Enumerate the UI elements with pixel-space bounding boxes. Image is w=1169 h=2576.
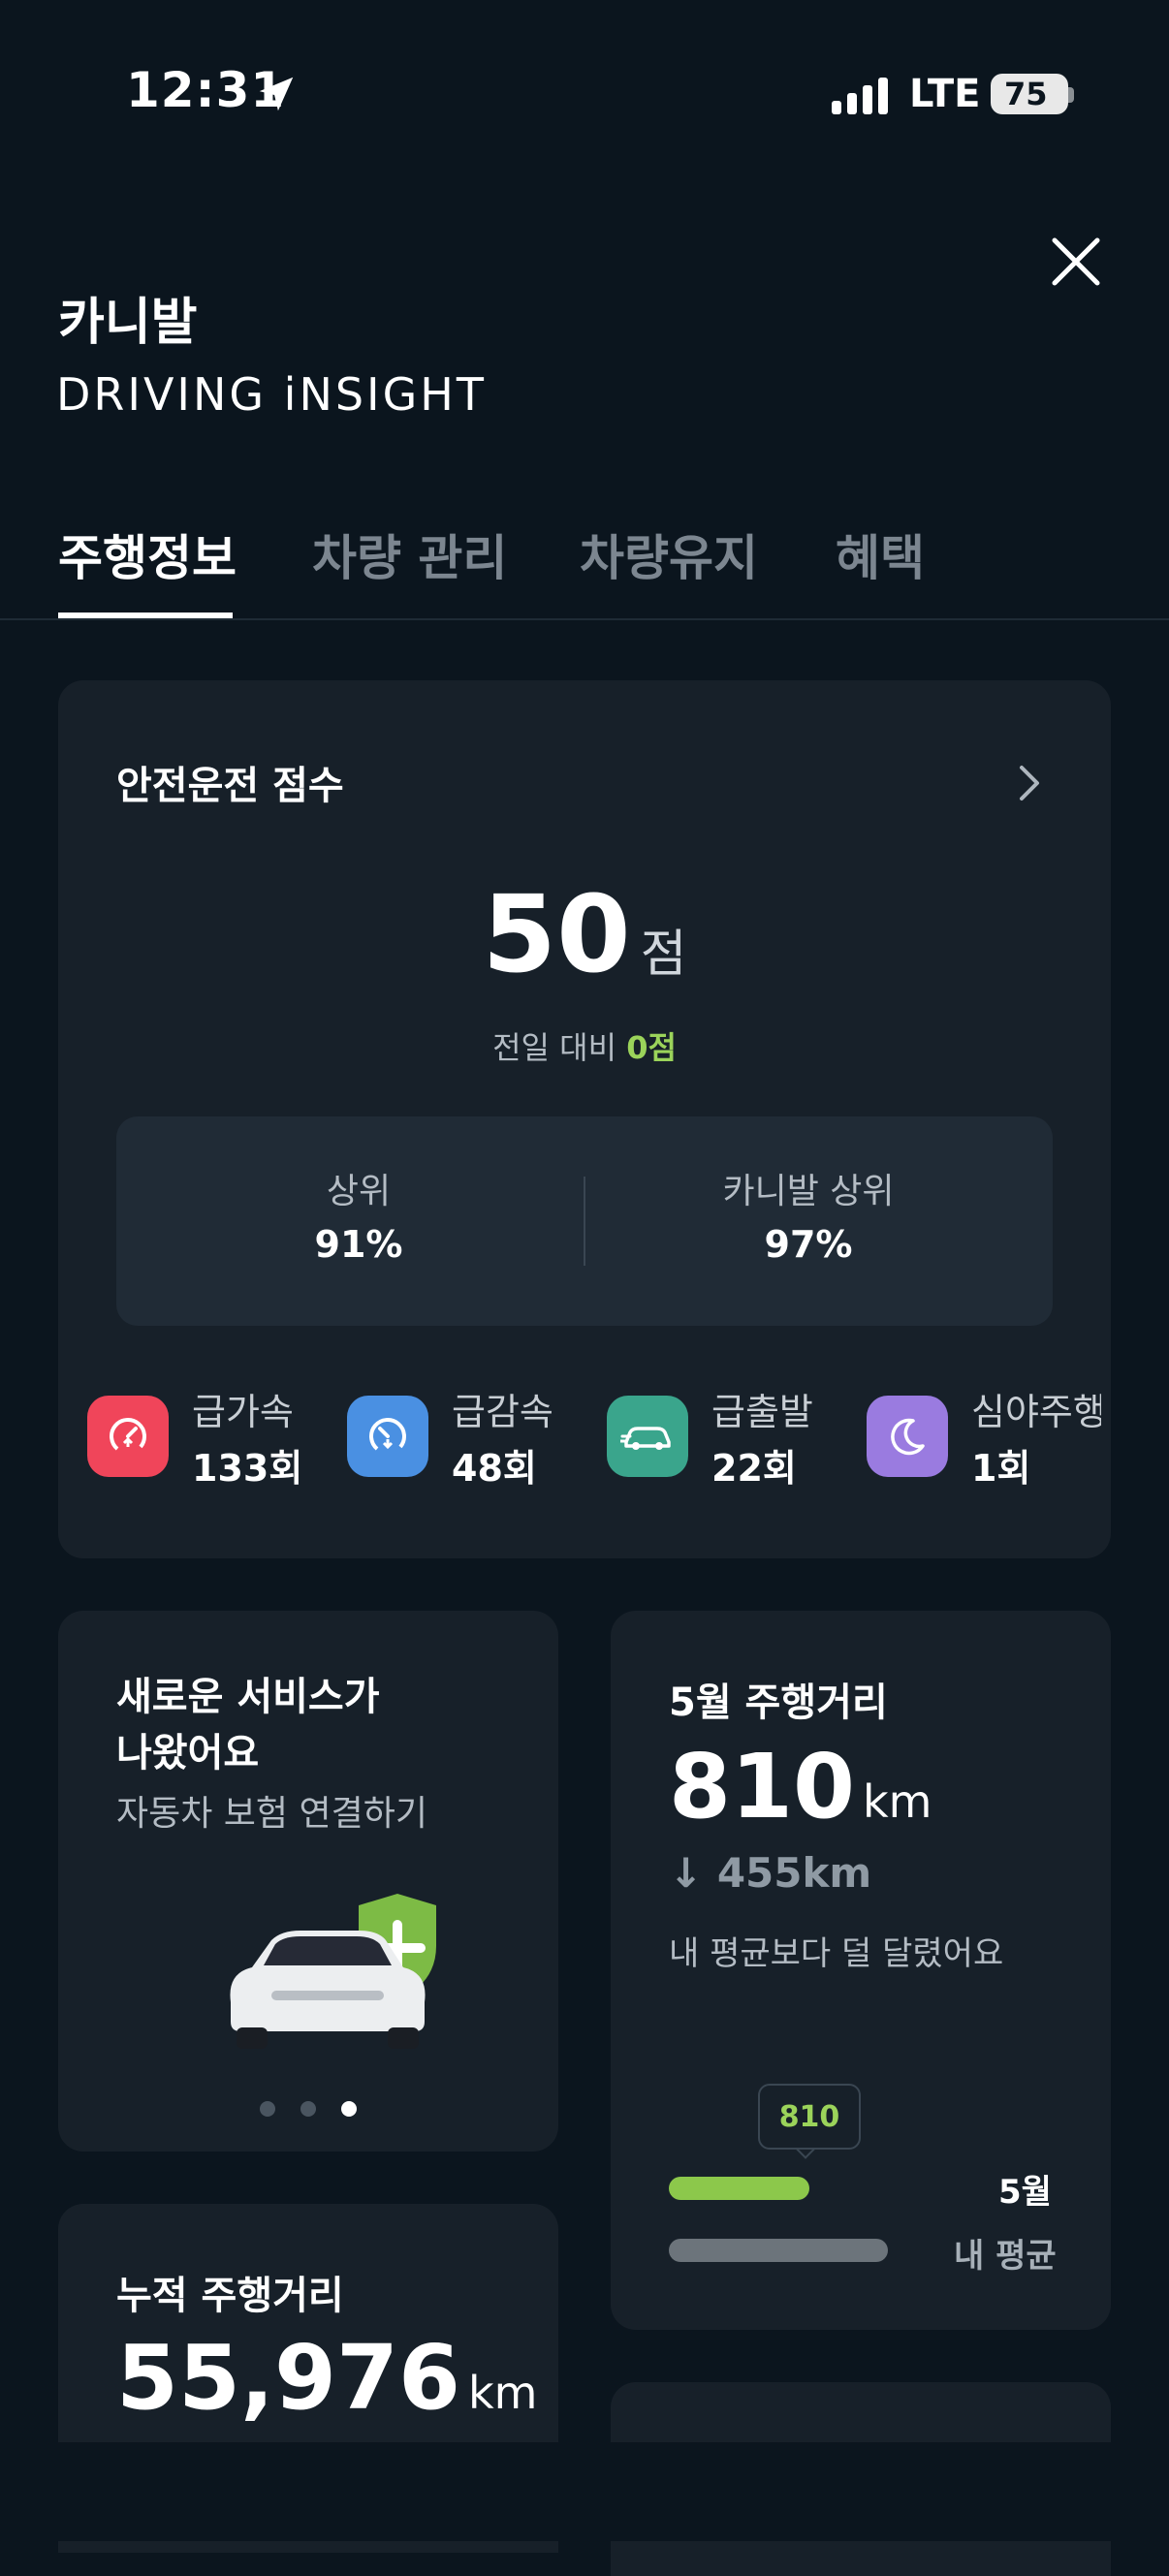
promo-title: 새로운 서비스가 나왔어요 — [116, 1669, 523, 1781]
score-value: 50 — [482, 872, 631, 996]
compare-value: 0점 — [626, 1029, 677, 1066]
score-unit: 점 — [640, 926, 687, 984]
signal-bars-icon — [832, 78, 888, 114]
value-bubble: 810 — [758, 2084, 861, 2150]
rank-divider — [584, 1177, 585, 1266]
event-count-night: 1회 — [971, 1447, 1031, 1490]
chevron-right-icon[interactable] — [1012, 762, 1047, 804]
event-count-acceleration: 133회 — [192, 1447, 303, 1490]
monthly-unit: km — [863, 1775, 932, 1828]
battery-cap — [1068, 87, 1074, 103]
tab-vehicle-maintenance[interactable]: 차량유지 — [580, 519, 758, 589]
location-arrow-icon — [259, 77, 294, 111]
safety-score: 50 점 — [0, 872, 1169, 996]
event-label-acceleration: 급가속 — [192, 1391, 294, 1433]
promo-title-line1: 새로운 서비스가 — [116, 1675, 380, 1719]
promo-title-line2: 나왔어요 — [116, 1731, 260, 1775]
monthly-title: 5월 주행거리 — [669, 1681, 888, 1725]
carousel-dot-3[interactable] — [341, 2101, 357, 2117]
safety-score-title: 안전운전 점수 — [116, 764, 344, 808]
cumulative-value: 55,976 — [116, 2326, 461, 2430]
monthly-distance: 810 km — [669, 1735, 932, 1838]
score-compare: 전일 대비 0점 — [0, 1023, 1169, 1068]
tab-divider — [0, 618, 1169, 620]
network-type: LTE — [909, 72, 981, 116]
rank-overall-label: 상위 — [326, 1172, 392, 1211]
page-subtitle: DRIVING iNSIGHT — [56, 368, 487, 421]
monthly-note: 내 평균보다 덜 달렸어요 — [669, 1934, 1004, 1973]
rank-model-label: 카니발 상위 — [722, 1172, 895, 1211]
close-icon[interactable] — [1047, 233, 1105, 291]
event-label-night: 심야주행 — [971, 1391, 1101, 1433]
average-bar — [669, 2239, 888, 2262]
cumulative-unit: km — [468, 2367, 538, 2419]
tab-vehicle-management[interactable]: 차량 관리 — [312, 519, 507, 589]
cumulative-distance: 55,976 km — [116, 2326, 537, 2430]
event-label-start: 급출발 — [711, 1391, 813, 1433]
brand-title: 카니발 — [58, 294, 198, 352]
event-count-deceleration: 48회 — [452, 1447, 537, 1490]
rapid-deceleration-icon — [347, 1396, 428, 1477]
rapid-acceleration-icon — [87, 1396, 169, 1477]
month-bar-label: 5월 — [998, 2173, 1052, 2212]
carousel-dot-1[interactable] — [260, 2101, 275, 2117]
average-bar-label: 내 평균 — [954, 2237, 1057, 2276]
rank-overall-value: 91% — [314, 1223, 403, 1266]
cumulative-title: 누적 주행거리 — [116, 2274, 344, 2318]
tab-benefits[interactable]: 혜택 — [836, 519, 925, 589]
event-label-deceleration: 급감속 — [452, 1391, 553, 1433]
bottom-area — [0, 2442, 1169, 2541]
promo-subtitle: 자동차 보험 연결하기 — [116, 1794, 427, 1834]
night-driving-icon — [867, 1396, 948, 1477]
monthly-value: 810 — [669, 1735, 856, 1838]
tab-driving-info[interactable]: 주행정보 — [58, 519, 237, 589]
month-bar — [669, 2177, 809, 2200]
battery-icon: 75 — [991, 74, 1068, 114]
rank-model-value: 97% — [764, 1223, 853, 1266]
event-count-start: 22회 — [711, 1447, 797, 1490]
compare-prefix: 전일 대비 — [492, 1029, 617, 1066]
tab-active-indicator — [58, 613, 233, 618]
battery-level: 75 — [1004, 76, 1048, 112]
rapid-start-icon — [607, 1396, 688, 1477]
car-insurance-illustration — [230, 1894, 436, 2049]
monthly-diff: ↓ 455km — [669, 1849, 872, 1897]
carousel-dot-2[interactable] — [300, 2101, 316, 2117]
